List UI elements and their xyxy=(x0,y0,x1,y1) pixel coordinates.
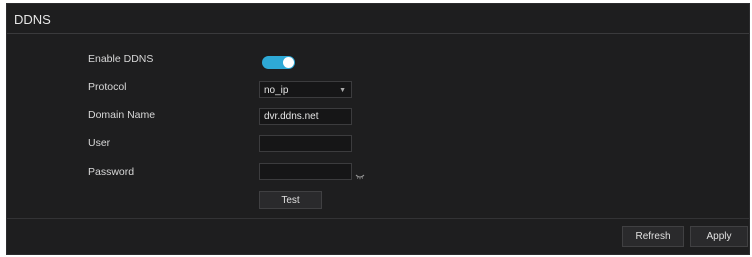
enable-ddns-label: Enable DDNS xyxy=(88,53,154,65)
enable-ddns-toggle[interactable] xyxy=(262,56,295,69)
apply-button[interactable]: Apply xyxy=(690,226,748,247)
refresh-button[interactable]: Refresh xyxy=(622,226,684,247)
footer-divider xyxy=(7,218,749,219)
panel-header: DDNS xyxy=(7,4,749,34)
protocol-select-value: no_ip xyxy=(264,85,289,96)
toggle-knob xyxy=(283,57,294,68)
domain-name-input[interactable] xyxy=(259,108,352,125)
user-label: User xyxy=(88,137,111,149)
password-label: Password xyxy=(88,166,135,178)
user-input[interactable] xyxy=(259,135,352,152)
caret-down-icon: ▼ xyxy=(339,87,346,94)
ddns-panel: DDNS Enable DDNS Protocol no_ip ▼ Domain… xyxy=(6,3,750,255)
protocol-select[interactable]: no_ip ▼ xyxy=(259,81,352,98)
eye-closed-icon[interactable] xyxy=(355,174,365,180)
domain-name-label: Domain Name xyxy=(88,109,156,121)
test-button[interactable]: Test xyxy=(259,191,322,209)
protocol-label: Protocol xyxy=(88,81,127,93)
password-input[interactable] xyxy=(259,163,352,180)
page-title: DDNS xyxy=(14,12,51,27)
